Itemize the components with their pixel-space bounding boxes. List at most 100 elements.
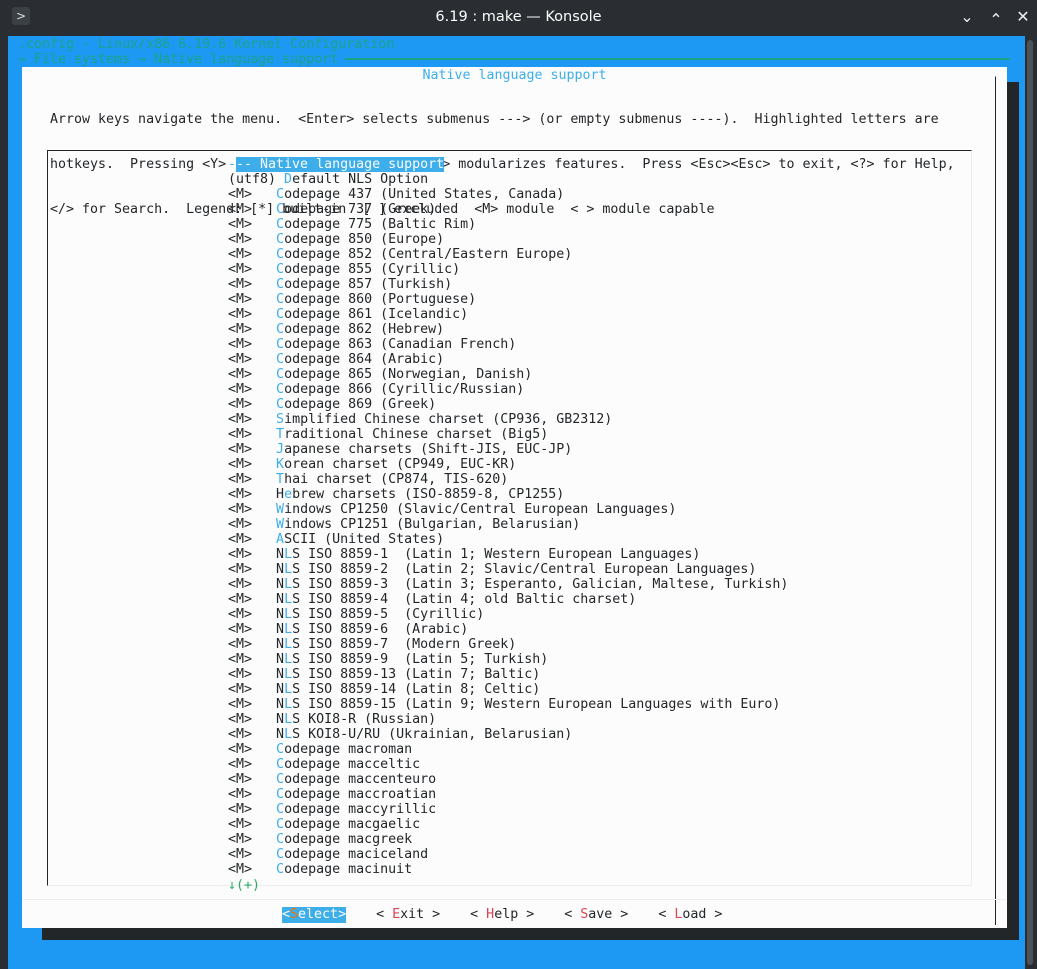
menu-item[interactable]: <M> Codepage 869 (Greek): [228, 397, 436, 412]
window-title: 6.19 : make — Konsole: [435, 9, 602, 25]
menu-item[interactable]: <M> NLS KOI8-R (Russian): [228, 712, 436, 727]
menu-item[interactable]: <M> Codepage 865 (Norwegian, Danish): [228, 367, 532, 382]
menu-item[interactable]: <M> Codepage 437 (United States, Canada): [228, 187, 564, 202]
menu-item[interactable]: <M> Codepage 862 (Hebrew): [228, 322, 444, 337]
menu-item[interactable]: <M> Codepage macinuit: [228, 862, 412, 877]
menu-item[interactable]: <M> Codepage 855 (Cyrillic): [228, 262, 460, 277]
menu-item[interactable]: <M> Codepage macgaelic: [228, 817, 420, 832]
menu-item[interactable]: <M> NLS ISO 8859-15 (Latin 9; Western Eu…: [228, 697, 780, 712]
menu-item[interactable]: <M> Thai charset (CP874, TIS-620): [228, 472, 508, 487]
menu-item-hotkey: L: [284, 562, 293, 577]
menu-item[interactable]: (utf8) Default NLS Option: [228, 172, 428, 187]
menu-item[interactable]: <M> Japanese charsets (Shift-JIS, EUC-JP…: [228, 442, 572, 457]
scrollbar[interactable]: [1025, 36, 1037, 969]
button-label: xit: [400, 907, 425, 922]
load-button[interactable]: < Load >: [658, 907, 722, 923]
menu-item[interactable]: <M> Codepage maccyrillic: [228, 802, 436, 817]
menu-item[interactable]: <M> Traditional Chinese charset (Big5): [228, 427, 548, 442]
menu-list[interactable]: ↓(+) --- Native language support (utf8) D…: [47, 150, 972, 893]
menu-item[interactable]: <M> Codepage 866 (Cyrillic/Russian): [228, 382, 524, 397]
menu-item[interactable]: <M> Codepage 864 (Arabic): [228, 352, 444, 367]
menu-item[interactable]: <M> NLS ISO 8859-6 (Arabic): [228, 622, 468, 637]
save-button[interactable]: < Save >: [564, 907, 628, 923]
menu-item[interactable]: <M> NLS ISO 8859-4 (Latin 4; old Baltic …: [228, 592, 636, 607]
menu-item[interactable]: <M> Codepage 850 (Europe): [228, 232, 444, 247]
button-label: ave: [588, 907, 613, 922]
menu-item[interactable]: <M> Windows CP1250 (Slavic/Central Europ…: [228, 502, 676, 517]
menu-item[interactable]: <M> Codepage 737 (Greek): [228, 202, 436, 217]
menu-item[interactable]: <M> NLS ISO 8859-3 (Latin 3; Esperanto, …: [228, 577, 788, 592]
menu-item[interactable]: --- Native language support: [228, 157, 445, 172]
menu-item-label: indows CP1250 (Slavic/Central European L…: [284, 502, 677, 517]
menu-item[interactable]: <M> NLS KOI8-U/RU (Ukrainian, Belarusian…: [228, 727, 572, 742]
menu-item[interactable]: <M> Codepage 860 (Portuguese): [228, 292, 476, 307]
menu-item[interactable]: <M> Codepage 857 (Turkish): [228, 277, 452, 292]
menu-item-state: <M>: [228, 697, 277, 712]
menu-item[interactable]: <M> NLS ISO 8859-14 (Latin 8; Celtic): [228, 682, 540, 697]
menu-item-state: <M>: [228, 472, 277, 487]
menu-item-hotkey: C: [276, 787, 285, 802]
menu-item-label: N: [276, 667, 285, 682]
button-label: elp: [494, 907, 519, 922]
menu-item-label: odepage 775 (Baltic Rim): [284, 217, 477, 232]
window-titlebar: > 6.19 : make — Konsole ⌄ ⌃ ✕: [0, 0, 1037, 36]
menu-item-hotkey: A: [276, 532, 285, 547]
button-bracket: <: [658, 907, 675, 922]
menu-item[interactable]: <M> Codepage 861 (Icelandic): [228, 307, 468, 322]
menu-item[interactable]: <M> NLS ISO 8859-5 (Cyrillic): [228, 607, 484, 622]
menu-item-hotkey: L: [284, 667, 293, 682]
menu-item[interactable]: <M> Hebrew charsets (ISO-8859-8, CP1255): [228, 487, 564, 502]
menu-item-label: S ISO 8859-13 (Latin 7; Baltic): [292, 667, 541, 682]
menu-item-hotkey: L: [284, 622, 293, 637]
menu-item-label: odepage macgaelic: [284, 817, 421, 832]
menu-item-label: N: [276, 592, 285, 607]
button-bar: <Select> < Exit > < Help > < Save > < Load >: [282, 907, 752, 923]
menu-item-label: N: [276, 637, 285, 652]
scrollbar-thumb[interactable]: [1027, 40, 1033, 965]
menu-item-label: odepage macinuit: [284, 862, 413, 877]
help-button[interactable]: < Help >: [470, 907, 534, 923]
select-button[interactable]: <Select>: [282, 907, 347, 923]
menu-item-hotkey: C: [276, 742, 285, 757]
minimize-icon[interactable]: ⌄: [956, 7, 978, 26]
menu-item-label: odepage 437 (United States, Canada): [284, 187, 565, 202]
menu-item[interactable]: <M> NLS ISO 8859-9 (Latin 5; Turkish): [228, 652, 548, 667]
menu-item[interactable]: <M> ASCII (United States): [228, 532, 444, 547]
menu-item-state: <M>: [228, 742, 277, 757]
menu-item[interactable]: <M> NLS ISO 8859-2 (Latin 2; Slavic/Cent…: [228, 562, 756, 577]
menu-item[interactable]: <M> NLS ISO 8859-13 (Latin 7; Baltic): [228, 667, 540, 682]
menu-item-label: S ISO 8859-15 (Latin 9; Western European…: [292, 697, 781, 712]
menu-item-label: odepage 869 (Greek): [284, 397, 437, 412]
menu-item[interactable]: <M> Codepage 775 (Baltic Rim): [228, 217, 476, 232]
menu-item-state: <M>: [228, 262, 277, 277]
menu-item-label: S ISO 8859-9 (Latin 5; Turkish): [292, 652, 549, 667]
menu-item-label: odepage 860 (Portuguese): [284, 292, 477, 307]
menu-item[interactable]: <M> Codepage macgreek: [228, 832, 412, 847]
menu-item-state: <M>: [228, 382, 277, 397]
menu-item-hotkey: L: [284, 547, 293, 562]
menu-item-label: N: [276, 652, 285, 667]
menu-item-hotkey: T: [276, 472, 285, 487]
menu-item[interactable]: <M> NLS ISO 8859-7 (Modern Greek): [228, 637, 516, 652]
menu-item-state: <M>: [228, 517, 277, 532]
menu-item[interactable]: <M> Codepage 852 (Central/Eastern Europe…: [228, 247, 572, 262]
menu-item[interactable]: <M> Codepage macceltic: [228, 757, 420, 772]
menu-item-label: N: [276, 622, 285, 637]
menu-item[interactable]: <M> Codepage maciceland: [228, 847, 428, 862]
menu-item[interactable]: <M> Codepage maccroatian: [228, 787, 436, 802]
menu-item-state: <M>: [228, 592, 277, 607]
menu-item-label: efault NLS Option: [292, 172, 429, 187]
menu-item[interactable]: <M> Windows CP1251 (Bulgarian, Belarusia…: [228, 517, 580, 532]
close-icon[interactable]: ✕: [1012, 7, 1034, 26]
menu-item[interactable]: <M> Korean charset (CP949, EUC-KR): [228, 457, 516, 472]
menu-item[interactable]: <M> Codepage 863 (Canadian French): [228, 337, 516, 352]
maximize-icon[interactable]: ⌃: [985, 10, 1007, 29]
menu-item-state: <M>: [228, 787, 277, 802]
menu-item[interactable]: <M> Codepage macroman: [228, 742, 412, 757]
menu-item[interactable]: <M> NLS ISO 8859-1 (Latin 1; Western Eur…: [228, 547, 700, 562]
exit-button[interactable]: < Exit >: [376, 907, 440, 923]
button-bracket: >: [338, 907, 347, 922]
menu-item[interactable]: <M> Simplified Chinese charset (CP936, G…: [228, 412, 612, 427]
menu-item-hotkey: L: [284, 697, 293, 712]
menu-item[interactable]: <M> Codepage maccenteuro: [228, 772, 436, 787]
